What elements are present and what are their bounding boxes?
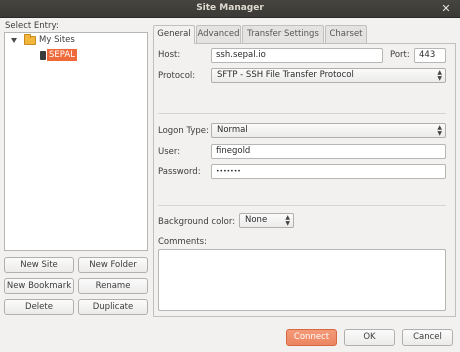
tab-transfer-settings[interactable]: Transfer Settings — [242, 25, 324, 43]
divider — [158, 205, 446, 206]
user-input[interactable]: finegold — [211, 144, 446, 159]
port-label: Port: — [390, 50, 410, 60]
password-input[interactable]: ••••••• — [211, 164, 446, 179]
spinner-arrows-icon: ▲ ▼ — [285, 214, 290, 227]
window-title: Site Manager — [196, 3, 264, 13]
tab-advanced[interactable]: Advanced — [196, 25, 241, 43]
rename-button[interactable]: Rename — [78, 278, 148, 294]
logon-type-select[interactable]: Normal ▲ ▼ — [211, 123, 446, 138]
computer-icon — [40, 51, 46, 60]
site-tree[interactable]: My Sites SEPAL — [4, 32, 148, 251]
logon-type-label: Logon Type: — [158, 126, 209, 136]
logon-type-value: Normal — [217, 125, 248, 135]
tab-general[interactable]: General — [153, 25, 195, 44]
host-input[interactable]: ssh.sepal.io — [211, 48, 383, 63]
background-color-value: None — [245, 215, 268, 225]
close-icon[interactable]: ✕ — [439, 2, 453, 16]
ok-button[interactable]: OK — [344, 329, 395, 346]
protocol-value: SFTP - SSH File Transfer Protocol — [217, 70, 354, 80]
protocol-select[interactable]: SFTP - SSH File Transfer Protocol ▲ ▼ — [211, 68, 446, 83]
duplicate-button[interactable]: Duplicate — [78, 299, 148, 315]
new-folder-button[interactable]: New Folder — [78, 257, 148, 273]
new-site-button[interactable]: New Site — [4, 257, 74, 273]
tab-charset[interactable]: Charset — [325, 25, 367, 43]
comments-textarea[interactable] — [158, 249, 446, 311]
tree-item-sepal[interactable]: SEPAL — [47, 49, 77, 61]
divider — [158, 113, 446, 114]
cancel-button[interactable]: Cancel — [402, 329, 453, 346]
port-input[interactable]: 443 — [414, 48, 446, 63]
password-label: Password: — [158, 167, 201, 177]
tree-item-my-sites[interactable]: My Sites — [39, 34, 75, 46]
host-label: Host: — [158, 50, 181, 60]
spinner-arrows-icon: ▲ ▼ — [437, 124, 442, 137]
protocol-label: Protocol: — [158, 71, 196, 81]
title-bar: Site Manager ✕ — [0, 0, 460, 18]
spinner-arrows-icon: ▲ ▼ — [437, 69, 442, 82]
delete-button[interactable]: Delete — [4, 299, 74, 315]
select-entry-label: Select Entry: — [5, 21, 59, 31]
new-bookmark-button[interactable]: New Bookmark — [4, 278, 74, 294]
expand-arrow-icon[interactable] — [11, 38, 17, 43]
folder-icon — [24, 34, 36, 45]
user-label: User: — [158, 147, 181, 157]
background-color-select[interactable]: None ▲ ▼ — [239, 213, 294, 228]
comments-label: Comments: — [158, 237, 207, 247]
background-color-label: Background color: — [158, 217, 236, 227]
connect-button[interactable]: Connect — [286, 329, 337, 346]
